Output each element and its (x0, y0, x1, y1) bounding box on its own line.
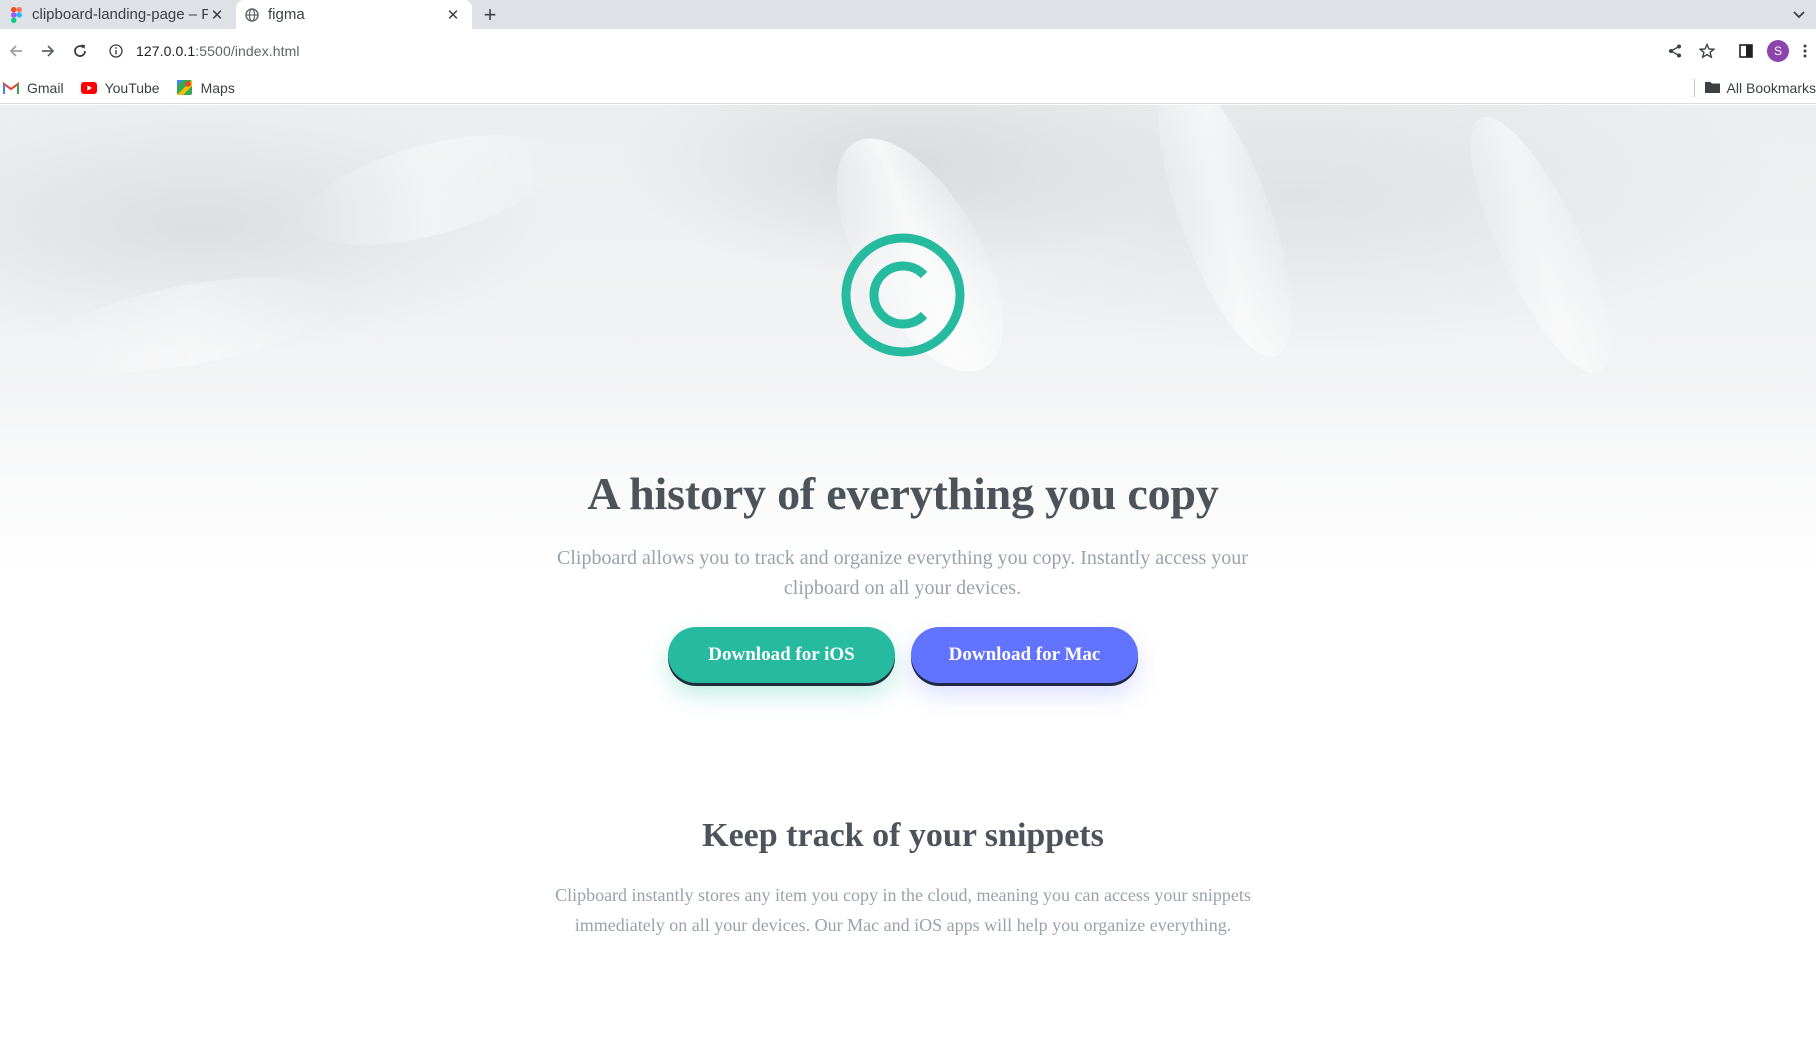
page-viewport[interactable]: A history of everything you copy Clipboa… (0, 105, 1816, 1041)
bookmark-star-icon[interactable] (1692, 36, 1722, 66)
forward-arrow-icon[interactable] (32, 35, 64, 67)
snippets-description: Clipboard instantly stores any item you … (555, 885, 1251, 935)
side-panel-icon[interactable] (1731, 36, 1761, 66)
tab-figma[interactable]: figma ✕ (236, 0, 472, 29)
tab-title: figma (268, 6, 305, 23)
gmail-icon (2, 80, 20, 96)
tab-figma-file[interactable]: clipboard-landing-page – Figma ✕ (0, 0, 236, 29)
download-mac-button[interactable]: Download for Mac (911, 627, 1138, 683)
maps-icon (176, 80, 194, 96)
all-bookmarks[interactable]: All Bookmarks (1693, 75, 1816, 101)
close-icon[interactable]: ✕ (208, 6, 226, 24)
avatar: S (1767, 39, 1789, 62)
toolbar-actions: S (1659, 29, 1816, 72)
bookmarks-bar: Gmail YouTube Maps All Bookmarks (0, 72, 1816, 104)
bookmark-label: Maps (200, 79, 235, 96)
tab-bar: clipboard-landing-page – Figma ✕ figma ✕… (0, 0, 1816, 29)
globe-icon (244, 7, 260, 23)
bookmark-gmail[interactable]: Gmail (2, 75, 72, 101)
bookmark-maps[interactable]: Maps (176, 75, 243, 101)
folder-icon (1704, 81, 1721, 95)
all-bookmarks-label: All Bookmarks (1726, 80, 1816, 96)
new-tab-button[interactable]: + (472, 0, 508, 29)
download-ios-button[interactable]: Download for iOS (668, 627, 895, 683)
divider (1693, 79, 1695, 97)
clipboard-logo-icon (840, 232, 966, 358)
close-icon[interactable]: ✕ (444, 6, 462, 24)
more-vert-icon[interactable] (1795, 36, 1815, 66)
chevron-down-icon[interactable] (1788, 4, 1810, 26)
figma-icon (8, 6, 24, 23)
share-icon[interactable] (1660, 36, 1690, 66)
url-path: :5500/index.html (195, 42, 300, 59)
profile-avatar[interactable]: S (1763, 36, 1793, 66)
bookmark-youtube[interactable]: YouTube (80, 75, 168, 101)
hero-description: Clipboard allows you to track and organi… (557, 547, 1248, 599)
info-icon[interactable] (106, 41, 126, 61)
snippets-title: Keep track of your snippets (702, 817, 1104, 854)
hero-title: A history of everything you copy (587, 468, 1219, 519)
cta-buttons: Download for iOS Download for Mac (668, 627, 1138, 683)
url-host: 127.0.0.1 (136, 42, 196, 59)
browser-toolbar: 127.0.0.1:5500/index.html S (0, 29, 1816, 72)
youtube-icon (80, 80, 98, 96)
back-arrow-icon[interactable] (0, 35, 32, 67)
address-bar[interactable]: 127.0.0.1:5500/index.html (94, 34, 1654, 67)
tab-title: clipboard-landing-page – Figma (32, 6, 208, 23)
bookmark-label: YouTube (104, 79, 160, 96)
reload-icon[interactable] (64, 35, 96, 67)
bookmark-label: Gmail (27, 79, 64, 96)
url-text[interactable]: 127.0.0.1:5500/index.html (136, 43, 300, 59)
